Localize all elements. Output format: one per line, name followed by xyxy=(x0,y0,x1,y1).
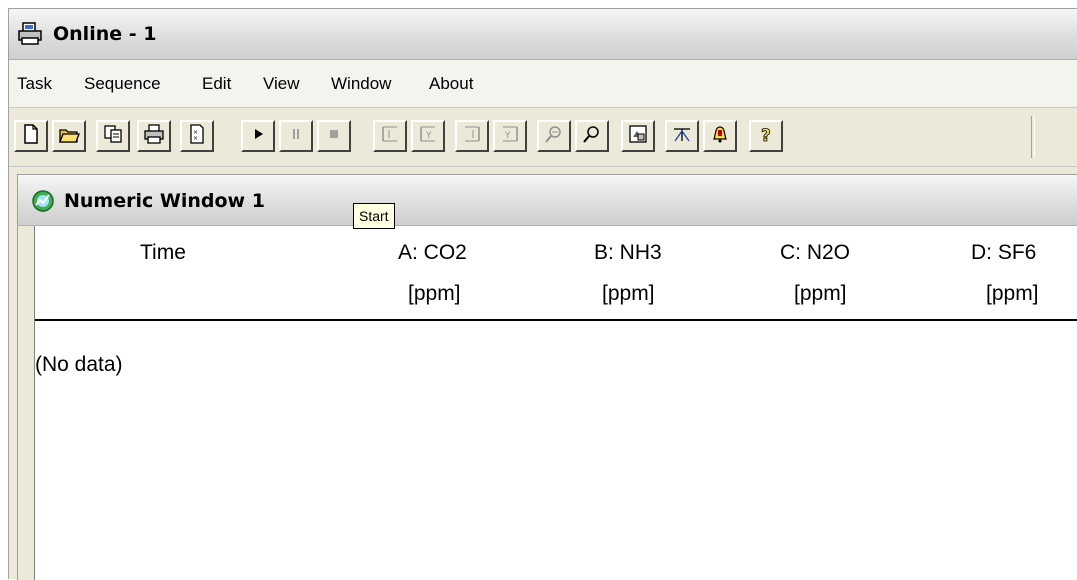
app-printer-icon xyxy=(17,22,45,46)
open-button[interactable] xyxy=(52,120,86,152)
app-window: Online - 1 Task Sequence Edit View Windo… xyxy=(8,8,1077,580)
report-button[interactable]: × × xyxy=(180,120,214,152)
print-icon xyxy=(143,123,165,149)
y-scale-button[interactable] xyxy=(373,120,407,152)
window-title: Online - 1 xyxy=(53,23,157,45)
child-title-bar[interactable]: Numeric Window 1 xyxy=(18,175,1077,226)
copy-button[interactable] xyxy=(96,120,130,152)
header-divider xyxy=(35,319,1077,321)
new-button[interactable] xyxy=(14,120,48,152)
menu-window[interactable]: Window xyxy=(331,74,391,94)
menu-sequence[interactable]: Sequence xyxy=(84,74,161,94)
x-scale-button[interactable] xyxy=(455,120,489,152)
title-bar[interactable]: Online - 1 xyxy=(9,9,1077,60)
stop-icon xyxy=(323,123,345,149)
numeric-window: Numeric Window 1 Start Time A: CO2 [ppm]… xyxy=(17,174,1077,580)
x-auto-button[interactable]: Y xyxy=(493,120,527,152)
data-grid[interactable]: Time A: CO2 [ppm] B: NH3 [ppm] C: N2O [p… xyxy=(35,226,1077,580)
svg-text:?: ? xyxy=(761,126,771,145)
column-header-time: Time xyxy=(140,241,186,264)
play-icon xyxy=(247,123,269,149)
y-axis-auto-icon: Y xyxy=(417,123,439,149)
numeric-window-icon xyxy=(31,189,55,213)
alarm-icon xyxy=(709,123,731,149)
column-unit-n2o: [ppm] xyxy=(794,282,847,305)
new-document-icon xyxy=(20,123,42,149)
start-button[interactable] xyxy=(241,120,275,152)
limits-button[interactable] xyxy=(665,120,699,152)
menu-view[interactable]: View xyxy=(263,74,300,94)
child-window-left-frame xyxy=(18,226,35,580)
column-header-co2: A: CO2 xyxy=(398,241,467,264)
zoom-in-button[interactable] xyxy=(575,120,609,152)
pause-button[interactable] xyxy=(279,120,313,152)
column-unit-nh3: [ppm] xyxy=(602,282,655,305)
numeric-window-title: Numeric Window 1 xyxy=(64,190,265,212)
settings-icon xyxy=(627,123,649,149)
start-tooltip: Start xyxy=(353,203,395,229)
x-axis-auto-icon: Y xyxy=(499,123,521,149)
column-header-sf6: D: SF6 xyxy=(971,241,1037,264)
help-icon: ? xyxy=(755,123,777,149)
limits-icon xyxy=(671,123,693,149)
toolbar-separator xyxy=(1031,116,1035,158)
pause-icon xyxy=(285,123,307,149)
x-axis-scale-icon xyxy=(461,123,483,149)
column-header-n2o: C: N2O xyxy=(780,241,851,264)
print-button[interactable] xyxy=(137,120,171,152)
menu-edit[interactable]: Edit xyxy=(202,74,231,94)
menu-task[interactable]: Task xyxy=(17,74,52,94)
menu-about[interactable]: About xyxy=(429,74,473,94)
zoom-in-icon xyxy=(581,123,603,149)
y-auto-button[interactable]: Y xyxy=(411,120,445,152)
copy-icon xyxy=(102,123,124,149)
toolbar: × × Y Y ? xyxy=(9,108,1077,167)
alarm-button[interactable] xyxy=(703,120,737,152)
column-header-nh3: B: NH3 xyxy=(594,241,662,264)
open-folder-icon xyxy=(58,123,80,149)
zoom-out-button[interactable] xyxy=(537,120,571,152)
column-unit-co2: [ppm] xyxy=(408,282,461,305)
report-icon: × × xyxy=(186,123,208,149)
settings-button[interactable] xyxy=(621,120,655,152)
column-unit-sf6: [ppm] xyxy=(986,282,1039,305)
svg-text:×: × xyxy=(193,135,198,142)
y-axis-scale-icon xyxy=(379,123,401,149)
menu-bar: Task Sequence Edit View Window About xyxy=(9,60,1077,108)
no-data-message: (No data) xyxy=(35,353,123,376)
help-button[interactable]: ? xyxy=(749,120,783,152)
stop-button[interactable] xyxy=(317,120,351,152)
svg-text:Y: Y xyxy=(425,131,432,141)
svg-text:Y: Y xyxy=(504,131,511,141)
zoom-out-icon xyxy=(543,123,565,149)
